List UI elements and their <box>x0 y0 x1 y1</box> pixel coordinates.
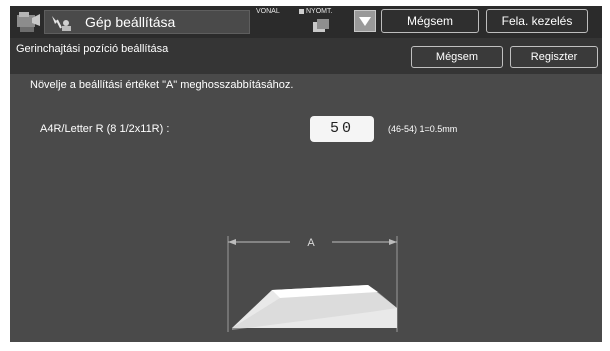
job-status-icon <box>313 19 329 32</box>
top-bar: Gép beállítása VONAL NYOMT. Mégsem Fela.… <box>10 6 602 38</box>
dimension-a-label: A <box>307 237 315 249</box>
settings-screen: Gép beállítása VONAL NYOMT. Mégsem Fela.… <box>10 6 602 342</box>
paper-size-label: A4R/Letter R (8 1/2x11R) : <box>40 123 170 135</box>
value-range-hint: (46-54) 1=0.5mm <box>388 124 458 134</box>
triangle-down-icon <box>359 17 371 26</box>
page-title: Gép beállítása <box>85 14 176 30</box>
job-list-dropdown-button[interactable] <box>354 10 376 32</box>
sub-header: Gerinchajtási pozíció beállítása Mégsem … <box>10 38 602 74</box>
register-button[interactable]: Regiszter <box>510 46 598 68</box>
spine-position-diagram: A <box>227 236 398 332</box>
machine-settings-icon <box>17 12 40 32</box>
print-indicator: NYOMT. <box>299 8 332 15</box>
title-box: Gép beállítása <box>44 10 250 34</box>
print-status-icon <box>299 8 304 14</box>
tools-icon <box>52 16 71 31</box>
print-indicator-label: NYOMT. <box>306 8 333 15</box>
line-indicator-label: VONAL <box>256 8 280 15</box>
release-handling-button[interactable]: Fela. kezelés <box>486 9 588 33</box>
header-cancel-button[interactable]: Mégsem <box>381 9 479 33</box>
line-indicator: VONAL <box>256 8 280 15</box>
instruction-text: Növelje a beállítási értéket "A" meghoss… <box>30 79 294 91</box>
cancel-button[interactable]: Mégsem <box>411 46 503 68</box>
section-title: Gerinchajtási pozíció beállítása <box>16 43 169 55</box>
adjustment-value-field[interactable]: 50 <box>310 116 374 142</box>
